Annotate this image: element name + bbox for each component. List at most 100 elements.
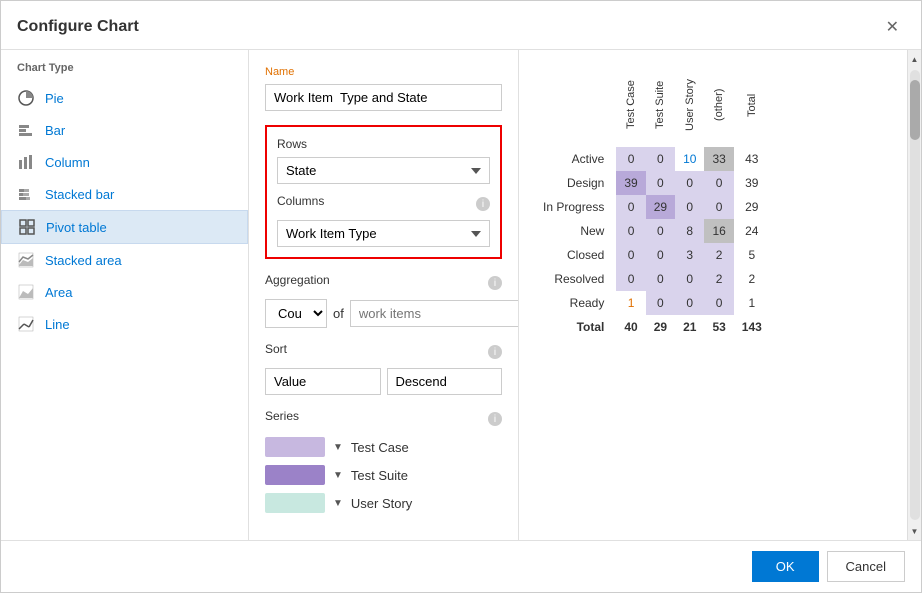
table-cell: 0 xyxy=(646,291,675,315)
bar-label: Bar xyxy=(45,123,65,138)
table-cell: 0 xyxy=(704,171,733,195)
table-cell: 24 xyxy=(734,219,770,243)
table-row: Active00103343 xyxy=(535,147,770,171)
series-chevron-test-case[interactable]: ▼ xyxy=(333,442,343,453)
col-header-test-suite: Test Suite xyxy=(646,66,675,147)
chart-type-line[interactable]: Line xyxy=(1,308,248,340)
configure-chart-dialog: Configure Chart ✕ Chart Type Pie Bar xyxy=(0,0,922,593)
scroll-up-arrow[interactable]: ▲ xyxy=(908,52,922,66)
table-row: Resolved00022 xyxy=(535,267,770,291)
table-cell: 0 xyxy=(704,291,733,315)
col-header-total: Total xyxy=(734,66,770,147)
sort-value-select[interactable]: Value xyxy=(265,368,381,395)
line-icon xyxy=(17,315,35,333)
table-cell: 1 xyxy=(616,291,645,315)
pie-icon xyxy=(17,89,35,107)
table-cell: 0 xyxy=(704,195,733,219)
chart-type-pivot-table[interactable]: Pivot table xyxy=(1,210,248,244)
chart-type-bar[interactable]: Bar xyxy=(1,114,248,146)
dialog-footer: OK Cancel xyxy=(1,540,921,592)
series-info-icon[interactable]: i xyxy=(488,412,502,426)
ok-button[interactable]: OK xyxy=(752,551,819,582)
scroll-thumb[interactable] xyxy=(910,80,920,140)
close-button[interactable]: ✕ xyxy=(880,15,905,39)
sort-label-row: Sort i xyxy=(265,342,502,362)
table-cell: 0 xyxy=(646,267,675,291)
table-cell: 29 xyxy=(734,195,770,219)
middle-panel: Name Rows State Columns i Work Item Type xyxy=(249,50,519,540)
name-input[interactable] xyxy=(265,84,502,111)
aggregation-label-row: Aggregation i xyxy=(265,273,502,293)
table-row: New0081624 xyxy=(535,219,770,243)
series-chevron-user-story[interactable]: ▼ xyxy=(333,498,343,509)
columns-info-icon[interactable]: i xyxy=(476,197,490,211)
row-label: Resolved xyxy=(535,267,616,291)
stacked-bar-label: Stacked bar xyxy=(45,187,114,202)
total-cell: 143 xyxy=(734,315,770,339)
table-cell: 0 xyxy=(675,291,704,315)
table-cell: 1 xyxy=(734,291,770,315)
dialog-header: Configure Chart ✕ xyxy=(1,1,921,50)
total-row: Total40292153143 xyxy=(535,315,770,339)
scroll-track xyxy=(910,70,920,520)
columns-label: Columns xyxy=(277,194,324,208)
table-cell: 8 xyxy=(675,219,704,243)
columns-label-row: Columns i xyxy=(277,194,490,214)
table-cell: 0 xyxy=(616,219,645,243)
series-item-test-suite: ▼ Test Suite xyxy=(265,465,502,485)
rows-select[interactable]: State xyxy=(277,157,490,184)
row-label: Closed xyxy=(535,243,616,267)
sort-info-icon[interactable]: i xyxy=(488,345,502,359)
line-label: Line xyxy=(45,317,70,332)
table-cell: 16 xyxy=(704,219,733,243)
area-icon xyxy=(17,283,35,301)
of-text: of xyxy=(333,306,344,321)
table-cell: 39 xyxy=(616,171,645,195)
table-cell: 39 xyxy=(734,171,770,195)
right-scrollbar: ▲ ▼ xyxy=(907,50,921,540)
table-cell: 10 xyxy=(675,147,704,171)
row-label: New xyxy=(535,219,616,243)
name-label: Name xyxy=(265,66,502,78)
chart-type-stacked-area[interactable]: Stacked area xyxy=(1,244,248,276)
series-name-test-case: Test Case xyxy=(351,440,409,455)
table-cell: 0 xyxy=(616,147,645,171)
rows-label: Rows xyxy=(277,137,490,151)
pivot-table: Test Case Test Suite User Story (other) … xyxy=(535,66,770,339)
table-cell: 29 xyxy=(646,195,675,219)
table-cell: 0 xyxy=(646,243,675,267)
table-cell: 33 xyxy=(704,147,733,171)
series-chevron-test-suite[interactable]: ▼ xyxy=(333,470,343,481)
right-panel: Test Case Test Suite User Story (other) … xyxy=(519,50,907,540)
cancel-button[interactable]: Cancel xyxy=(827,551,905,582)
columns-select[interactable]: Work Item Type xyxy=(277,220,490,247)
table-cell: 2 xyxy=(704,267,733,291)
series-label-row: Series i xyxy=(265,409,502,429)
stacked-area-label: Stacked area xyxy=(45,253,122,268)
aggregation-info-icon[interactable]: i xyxy=(488,276,502,290)
chart-type-stacked-bar[interactable]: Stacked bar xyxy=(1,178,248,210)
chart-type-label: Chart Type xyxy=(1,62,248,82)
series-name-test-suite: Test Suite xyxy=(351,468,408,483)
empty-header xyxy=(535,66,616,147)
table-cell: 0 xyxy=(675,267,704,291)
total-cell: 53 xyxy=(704,315,733,339)
chart-type-area[interactable]: Area xyxy=(1,276,248,308)
series-item-test-case: ▼ Test Case xyxy=(265,437,502,457)
table-cell: 0 xyxy=(646,147,675,171)
series-section: Series i ▼ Test Case ▼ Test Suite ▼ User… xyxy=(265,409,502,513)
bar-icon xyxy=(17,121,35,139)
aggregation-label: Aggregation xyxy=(265,273,330,287)
dialog-title: Configure Chart xyxy=(17,18,139,36)
aggregation-select[interactable]: Cou xyxy=(265,299,327,328)
work-items-input[interactable] xyxy=(350,300,519,327)
chart-type-column[interactable]: Column xyxy=(1,146,248,178)
series-name-user-story: User Story xyxy=(351,496,412,511)
chart-type-pie[interactable]: Pie xyxy=(1,82,248,114)
table-cell: 0 xyxy=(675,171,704,195)
sort-direction-select[interactable]: Descend xyxy=(387,368,503,395)
table-cell: 0 xyxy=(616,267,645,291)
table-row: Design3900039 xyxy=(535,171,770,195)
scroll-down-arrow[interactable]: ▼ xyxy=(908,524,922,538)
sort-label: Sort xyxy=(265,342,287,356)
